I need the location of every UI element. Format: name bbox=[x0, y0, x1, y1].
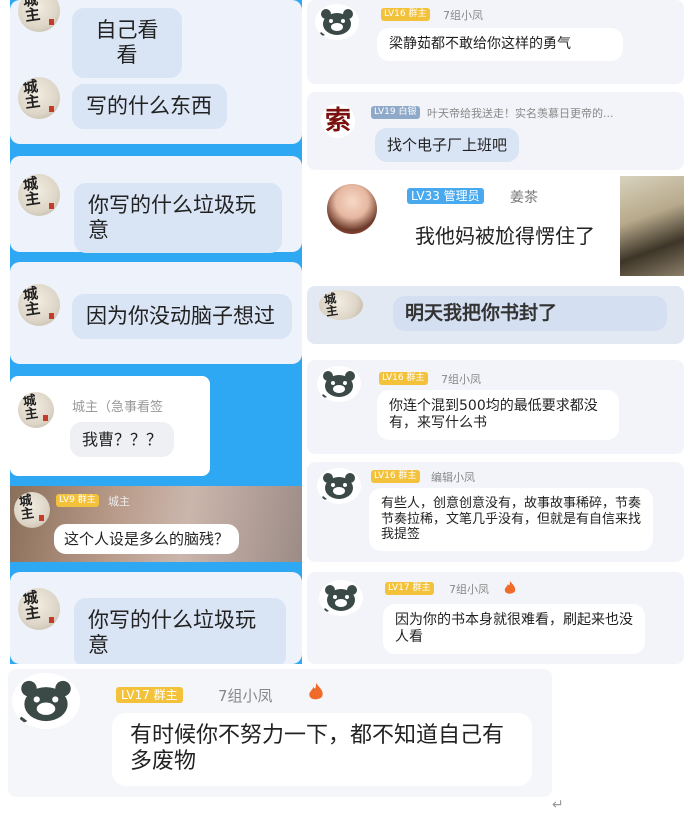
message-card: 城主 因为你没动脑子想过 bbox=[10, 262, 302, 364]
message-text: 因为你的书本身就很难看，刷起来也没人看 bbox=[395, 612, 633, 645]
message-bubble: 因为你没动脑子想过 bbox=[72, 294, 292, 340]
message-card: LV17 群主 7组小凤 有时候你不努力一下，都不知道自己有多废物 bbox=[8, 669, 552, 797]
level-badge: LV17 群主 bbox=[385, 582, 434, 595]
seal-avatar[interactable]: 索 bbox=[321, 104, 355, 138]
background-photo bbox=[620, 176, 684, 276]
message-bubble: 找个电子厂上班吧 bbox=[375, 128, 520, 162]
message-card: LV17 群主 7组小凤 因为你的书本身就很难看，刷起来也没人看 bbox=[307, 572, 684, 664]
message-text: 你写的什么垃圾玩意 bbox=[88, 608, 256, 658]
message-bubble: 自己看看 bbox=[72, 8, 182, 79]
message-bubble: 因为你的书本身就很难看，刷起来也没人看 bbox=[383, 604, 645, 654]
message-bubble: 梁静茹都不敢给你这样的勇气 bbox=[377, 28, 623, 61]
bear-icon bbox=[319, 473, 355, 502]
level-badge: LV17 群主 bbox=[116, 687, 183, 703]
message-text: 有些人，创意创意没有，故事故事稀碎，节奏节奏拉稀，文笔几乎没有，但就是有自信来找… bbox=[381, 496, 642, 543]
sender-nickname: 编辑小凤 bbox=[431, 471, 475, 484]
message-card: 城主 你写的什么垃圾玩意 bbox=[10, 572, 302, 664]
message-text: 这个人设是多么的脑残？ bbox=[64, 530, 230, 548]
bear-avatar[interactable] bbox=[319, 580, 363, 616]
level-badge: LV33 管理员 bbox=[407, 188, 484, 204]
sender-nickname: 城主（急事看签 bbox=[72, 400, 164, 415]
message-text: 写的什么东西 bbox=[86, 94, 212, 118]
message-card: LV16 群主 7组小凤 梁静茹都不敢给你这样的勇气 bbox=[307, 0, 684, 84]
city-lord-avatar[interactable]: 城主 bbox=[14, 492, 50, 528]
seal-glyph: 索 bbox=[324, 106, 351, 136]
message-bubble: 有时候你不努力一下，都不知道自己有多废物 bbox=[112, 713, 532, 786]
message-card: 索 LV19 白银 叶天帝给我送走！实名羡慕日更帝的... 找个电子厂上班吧 bbox=[307, 92, 684, 170]
city-lord-avatar[interactable]: 城主 bbox=[18, 174, 60, 216]
sender-nickname: 7组小凤 bbox=[449, 583, 489, 596]
level-badge: LV16 群主 bbox=[381, 8, 430, 21]
city-lord-avatar[interactable]: 城主 bbox=[18, 588, 60, 630]
message-bubble: 我他妈被尬得愣住了 bbox=[403, 216, 607, 256]
sender-nickname: 叶天帝给我送走！实名羡慕日更帝的... bbox=[427, 107, 614, 120]
message-bubble: 写的什么东西 bbox=[72, 84, 227, 130]
city-lord-avatar[interactable]: 城主 bbox=[18, 77, 60, 119]
bear-avatar[interactable] bbox=[317, 468, 361, 504]
message-card: LV33 管理员 姜茶 我他妈被尬得愣住了 bbox=[307, 176, 684, 280]
message-bubble: 你写的什么垃圾玩意 bbox=[74, 598, 286, 664]
message-bubble: 你写的什么垃圾玩意 bbox=[74, 183, 282, 254]
right-chat-panel: LV16 群主 7组小凤 梁静茹都不敢给你这样的勇气 索 LV19 白银 叶天帝… bbox=[307, 0, 684, 664]
message-text: 我曹？？？ bbox=[82, 430, 163, 449]
sender-nickname: 7组小凤 bbox=[441, 373, 481, 386]
city-lord-avatar[interactable]: 城主 bbox=[319, 290, 363, 320]
bear-icon bbox=[317, 9, 353, 38]
sender-nickname: 城主 bbox=[108, 495, 130, 508]
city-lord-avatar[interactable]: 城主 bbox=[18, 0, 60, 32]
bear-icon bbox=[15, 680, 71, 726]
return-glyph: ↵ bbox=[552, 797, 564, 813]
message-text: 你连个混到500均的最低要求都没有，来写什么书 bbox=[389, 398, 598, 431]
sender-nickname: 7组小凤 bbox=[443, 9, 483, 22]
message-text: 你写的什么垃圾玩意 bbox=[88, 193, 256, 243]
level-badge: LV19 白银 bbox=[371, 106, 420, 119]
message-text: 梁静茹都不敢给你这样的勇气 bbox=[389, 36, 571, 52]
message-bubble: 我曹？？？ bbox=[70, 422, 175, 458]
level-badge: LV9 群主 bbox=[56, 494, 99, 507]
message-text: 明天我把你书封了 bbox=[405, 302, 558, 324]
level-badge: LV16 群主 bbox=[371, 470, 420, 483]
bear-icon bbox=[321, 585, 357, 614]
message-text: 因为你没动脑子想过 bbox=[86, 304, 275, 328]
flame-icon bbox=[504, 580, 516, 599]
bear-avatar[interactable] bbox=[317, 366, 361, 402]
bear-icon bbox=[319, 371, 355, 400]
message-bubble: 这个人设是多么的脑残？ bbox=[54, 524, 240, 554]
message-card: LV16 群主 7组小凤 你连个混到500均的最低要求都没有，来写什么书 bbox=[307, 360, 684, 454]
bear-avatar[interactable] bbox=[12, 673, 80, 729]
left-chat-panel: 城主 自己看看 城主 写的什么东西 城主 你写的什么垃圾玩意 城主 因为你没动脑… bbox=[10, 0, 302, 664]
message-card: 城主 你写的什么垃圾玩意 bbox=[10, 156, 302, 254]
message-text: 自己看看 bbox=[95, 18, 159, 68]
flame-icon bbox=[308, 683, 324, 705]
background-photo-card: 城主 LV9 群主 城主 这个人设是多么的脑残？ bbox=[10, 486, 302, 562]
girl-avatar[interactable] bbox=[327, 184, 377, 234]
screenshot-collage: 城主 自己看看 城主 写的什么东西 城主 你写的什么垃圾玩意 城主 因为你没动脑… bbox=[0, 0, 684, 821]
message-bubble: 你连个混到500均的最低要求都没有，来写什么书 bbox=[377, 390, 619, 440]
message-card: LV16 群主 编辑小凤 有些人，创意创意没有，故事故事稀碎，节奏节奏拉稀，文笔… bbox=[307, 462, 684, 562]
message-card: 城主 明天我把你书封了 bbox=[307, 286, 684, 344]
message-text: 有时候你不努力一下，都不知道自己有多废物 bbox=[130, 723, 505, 775]
message-text: 找个电子厂上班吧 bbox=[387, 136, 508, 154]
level-badge: LV16 群主 bbox=[379, 372, 428, 385]
city-lord-avatar[interactable]: 城主 bbox=[18, 392, 54, 428]
bear-avatar[interactable] bbox=[315, 4, 359, 40]
message-text: 我他妈被尬得愣住了 bbox=[415, 224, 595, 248]
message-bubble: 明天我把你书封了 bbox=[393, 296, 667, 331]
sender-nickname: 姜茶 bbox=[510, 190, 538, 206]
sender-nickname: 7组小凤 bbox=[218, 687, 273, 705]
city-lord-avatar[interactable]: 城主 bbox=[18, 284, 60, 326]
message-card: 城主 自己看看 城主 写的什么东西 bbox=[10, 0, 302, 144]
bottom-chat-panel: LV17 群主 7组小凤 有时候你不努力一下，都不知道自己有多废物 ↵ bbox=[0, 669, 684, 821]
message-bubble: 有些人，创意创意没有，故事故事稀碎，节奏节奏拉稀，文笔几乎没有，但就是有自信来找… bbox=[369, 488, 653, 551]
message-card: 城主 城主（急事看签 我曹？？？ bbox=[10, 376, 210, 476]
